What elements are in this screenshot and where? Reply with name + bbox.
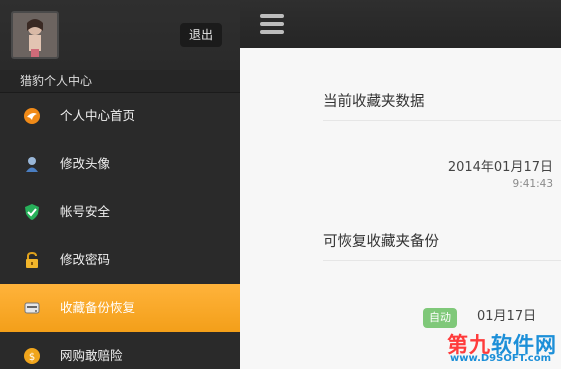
divider [323,120,561,121]
sidebar-item-label: 修改密码 [60,252,111,267]
sidebar-item-insurance[interactable]: $ 网购敢赔险 [0,332,240,369]
coin-icon: $ [24,348,40,364]
sidebar-item-avatar[interactable]: 修改头像 [0,140,240,188]
profile-header: 退出 [0,0,240,70]
sidebar-item-home[interactable]: 个人中心首页 [0,92,240,140]
sidebar: 退出 猎豹个人中心 个人中心首页 修改头像 帐号安全 修改密码 收藏备份恢复 $… [0,0,240,369]
shield-icon [24,204,40,220]
orange-swirl-icon [24,108,40,124]
lock-icon [24,251,40,268]
sidebar-item-security[interactable]: 帐号安全 [0,188,240,236]
sidebar-item-label: 个人中心首页 [60,108,136,123]
svg-text:$: $ [29,352,35,363]
top-bar [240,0,561,50]
sidebar-item-label: 修改头像 [60,156,111,171]
current-favorites-title: 当前收藏夹数据 [323,94,425,110]
logout-button[interactable]: 退出 [180,23,222,47]
avatar[interactable] [11,11,59,59]
backup-date[interactable]: 01月17日 [477,305,536,324]
sidebar-item-backup[interactable]: 收藏备份恢复 [0,284,240,332]
main-content: 当前收藏夹数据 2014年01月17日 9:41:43 可恢复收藏夹备份 自动 … [240,48,561,369]
sidebar-item-label: 收藏备份恢复 [60,300,136,315]
avatar-image [13,13,57,57]
sidebar-item-label: 帐号安全 [60,204,111,219]
auto-badge: 自动 [423,308,457,328]
watermark: 第九软件网 www.D9SOFT.com [411,329,561,369]
backup-title: 可恢复收藏夹备份 [323,234,439,250]
divider [323,260,561,261]
current-date: 2014年01月17日 [447,160,553,175]
drive-icon [24,300,40,316]
sidebar-item-password[interactable]: 修改密码 [0,236,240,284]
watermark-url: www.D9SOFT.com [450,353,551,364]
hamburger-icon[interactable] [260,14,286,34]
sidebar-menu: 个人中心首页 修改头像 帐号安全 修改密码 收藏备份恢复 $ 网购敢赔险 [0,92,240,369]
current-time: 9:41:43 [512,178,553,190]
section-title: 猎豹个人中心 [20,74,93,88]
user-icon [24,156,40,172]
section-header: 猎豹个人中心 [0,70,240,93]
sidebar-item-label: 网购敢赔险 [60,348,123,363]
